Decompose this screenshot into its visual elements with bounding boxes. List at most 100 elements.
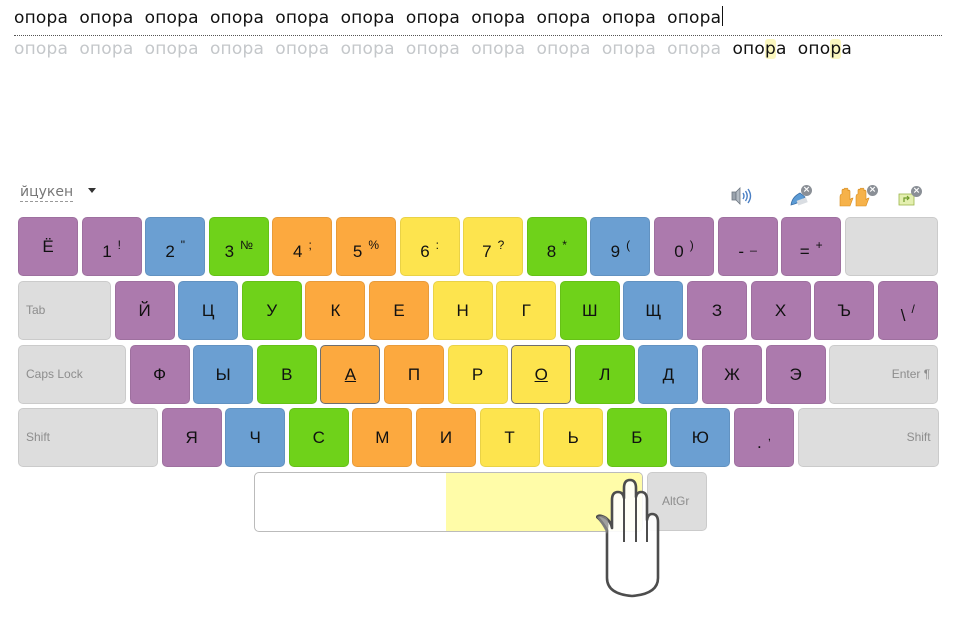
key-label: У [266, 301, 278, 320]
key-ч[interactable]: Ч [225, 408, 286, 467]
key-ъ[interactable]: Ъ [814, 281, 875, 340]
key-7[interactable]: 7? [463, 217, 524, 276]
key-к[interactable]: К [305, 281, 366, 340]
key-й[interactable]: Й [114, 281, 175, 340]
key-shift-label: + [815, 238, 823, 252]
key-shift-label: / [911, 302, 915, 316]
key-shift-label: ? [497, 238, 505, 252]
typed-word: опора [405, 8, 460, 28]
key-left-shift[interactable]: Shift [18, 408, 158, 467]
key-label: З [711, 301, 723, 320]
key-label: Й [138, 301, 151, 320]
key-ш[interactable]: Ш [559, 281, 620, 340]
key-label: Shift [906, 430, 931, 444]
key-label: = + [799, 238, 823, 261]
key-label: Х [774, 301, 787, 320]
key-label: В [281, 365, 293, 384]
key-4[interactable]: 4; [272, 217, 333, 276]
key-label: 8 * [546, 238, 567, 261]
key-enter[interactable]: Enter ¶ [829, 345, 939, 404]
key-ы[interactable]: Ы [193, 345, 254, 404]
key-label: Я [185, 428, 198, 447]
key-label: 2 " [165, 238, 186, 261]
key-label: Tab [26, 303, 46, 317]
key-3[interactable]: 3 № [208, 217, 269, 276]
typed-text-line[interactable]: опора опора опора опора опора опора опора опора… [14, 6, 942, 36]
key-р[interactable]: Р [447, 345, 508, 404]
typed-word: опора [209, 8, 265, 28]
key-label: Ь [567, 428, 579, 447]
key-9[interactable]: 9( [590, 217, 651, 276]
key-6[interactable]: 6: [399, 217, 460, 276]
keyboard-toggle-button[interactable]: × [897, 185, 925, 209]
key-я[interactable]: Я [161, 408, 222, 467]
key-label: 4; [292, 238, 312, 261]
key-ф[interactable]: Ф [129, 345, 190, 404]
key-н[interactable]: Н [432, 281, 493, 340]
sound-toggle-button[interactable] [729, 185, 757, 209]
key-в[interactable]: В [256, 345, 317, 404]
key-щ[interactable]: Щ [623, 281, 684, 340]
highlighted-letter: р [764, 39, 776, 59]
key-з[interactable]: З [687, 281, 747, 340]
key-0[interactable]: 0) [654, 217, 714, 276]
key-т[interactable]: Т [479, 408, 540, 467]
key-label: Т [504, 428, 515, 447]
typed-word: опора [471, 8, 526, 28]
key-label: Б [631, 428, 643, 447]
key-caps-lock[interactable]: Caps Lock [18, 345, 126, 404]
key-5[interactable]: 5% [336, 217, 396, 276]
key-label: О [534, 365, 548, 384]
key-label: С [312, 428, 325, 447]
key-д[interactable]: Д [638, 345, 699, 404]
key-о[interactable]: О [511, 345, 572, 404]
key-г[interactable]: Г [496, 281, 557, 340]
key-=[interactable]: = + [781, 217, 842, 276]
key-м[interactable]: М [352, 408, 413, 467]
completed-word: опора [275, 39, 330, 59]
key-label: Ё [42, 237, 54, 256]
key-с[interactable]: С [288, 408, 349, 467]
key-б[interactable]: Б [606, 408, 667, 467]
key-label: Р [471, 365, 484, 384]
key-label: 9( [610, 238, 631, 261]
key-и[interactable]: И [416, 408, 476, 467]
key-э[interactable]: Э [765, 345, 826, 404]
key-ж[interactable]: Ж [702, 345, 762, 404]
close-icon: × [801, 185, 812, 196]
key-ц[interactable]: Ц [178, 281, 239, 340]
key-label: Э [789, 365, 802, 384]
space-bar[interactable] [254, 472, 643, 532]
key-1[interactable]: 1! [81, 217, 142, 276]
key-.[interactable]: ., [734, 408, 794, 467]
key-label: К [330, 301, 341, 320]
key-п[interactable]: П [384, 345, 444, 404]
layout-selector[interactable]: йцукен [20, 184, 96, 202]
key--[interactable]: - _ [717, 217, 778, 276]
key-\[interactable]: \ / [877, 281, 938, 340]
key-а[interactable]: А [320, 345, 381, 404]
completed-word: опора [601, 39, 656, 59]
key-shift-label: № [240, 238, 253, 252]
typed-word: опора [667, 8, 722, 28]
key-х[interactable]: Х [750, 281, 811, 340]
key-label: Е [393, 301, 405, 320]
typed-word: опора [536, 8, 591, 28]
key-ё[interactable]: Ё [18, 217, 78, 276]
close-icon: × [867, 185, 878, 196]
key-ь[interactable]: Ь [543, 408, 604, 467]
key-tab[interactable]: Tab [18, 281, 111, 340]
key-label: 5% [352, 238, 380, 261]
key-8[interactable]: 8 * [526, 217, 587, 276]
key-е[interactable]: Е [369, 281, 429, 340]
key-label: Н [456, 301, 469, 320]
key-2[interactable]: 2 " [145, 217, 206, 276]
key-backspace[interactable] [844, 217, 938, 276]
completed-word: опора [209, 39, 265, 59]
key-ю[interactable]: Ю [670, 408, 731, 467]
key-у[interactable]: У [241, 281, 302, 340]
hands-toggle-button[interactable]: × [838, 185, 880, 209]
key-л[interactable]: Л [574, 345, 635, 404]
key-right-shift[interactable]: Shift [797, 408, 939, 467]
hint-toggle-button[interactable]: × [788, 185, 816, 209]
